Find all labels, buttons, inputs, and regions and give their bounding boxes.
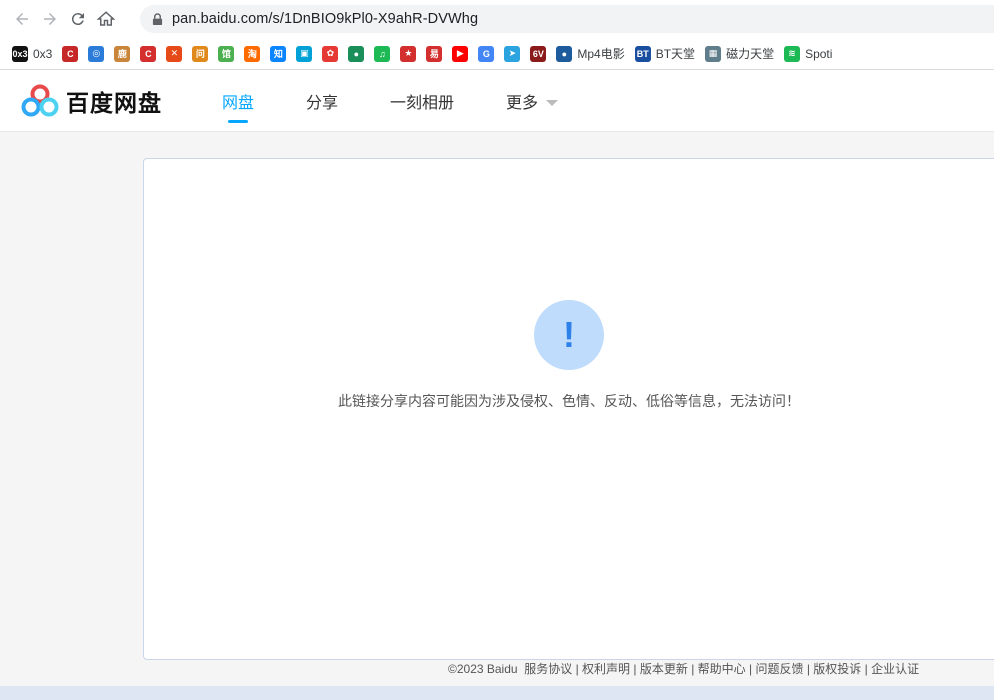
bilibili-icon: ▣ (296, 45, 313, 62)
bookmark-9[interactable]: 知 (270, 42, 287, 66)
spotify-icon: ≋ (784, 45, 801, 62)
bookmark-label: 磁力天堂 (726, 47, 775, 61)
url-text: pan.baidu.com/s/1DnBIO9kPl0-X9ahR-DVWhg (172, 11, 479, 27)
footer-link-updates[interactable]: 版本更新 (640, 662, 688, 676)
error-message: 此链接分享内容可能因为涉及侵权、色情、反动、低俗等信息，无法访问！ (338, 393, 800, 409)
bookmark-16[interactable]: ▶ (452, 42, 469, 66)
bt-icon: BT (634, 45, 651, 62)
taskbar (0, 686, 994, 700)
footer-link-rights[interactable]: 权利声明 (582, 662, 630, 676)
guan-icon: 馆 (218, 45, 235, 62)
site-header: 百度网盘 网盘 分享 一刻相册 更多 (0, 70, 994, 132)
exclamation-icon: ! (534, 300, 604, 370)
footer-link-help[interactable]: 帮助中心 (698, 662, 746, 676)
bookmark-1[interactable]: C (62, 42, 79, 66)
bookmark-22[interactable]: ▦ 磁力天堂 (705, 42, 774, 66)
reload-button[interactable] (64, 5, 92, 33)
bookmark-13[interactable]: ♫ (374, 42, 391, 66)
bookmark-19[interactable]: 6V (530, 42, 547, 66)
logo-text: 百度网盘 (66, 90, 162, 116)
footer-link-copyright-complaint[interactable]: 版权投诉 (813, 662, 861, 676)
footer: ©2023 Baidu 服务协议 | 权利声明 | 版本更新 | 帮助中心 | … (448, 662, 920, 676)
bookmark-5[interactable]: ✕ (166, 42, 183, 66)
address-bar[interactable]: pan.baidu.com/s/1DnBIO9kPl0-X9ahR-DVWhg (140, 5, 994, 33)
bookmark-0[interactable]: 0x3 0x3 (12, 42, 52, 66)
emblem-icon: ★ (400, 45, 417, 62)
bookmark-14[interactable]: ★ (400, 42, 417, 66)
bookmark-label: Mp4电影 (577, 47, 625, 61)
huawei-icon: ✿ (322, 45, 339, 62)
bookmark-label: Spoti (805, 46, 833, 61)
chat-icon: ● (348, 45, 365, 62)
copyright: ©2023 Baidu (448, 662, 518, 676)
bookmark-2[interactable]: ◎ (88, 42, 105, 66)
arrow-right-icon (44, 13, 56, 25)
bookmark-7[interactable]: 馆 (218, 42, 235, 66)
bookmark-3[interactable]: 鹿 (114, 42, 131, 66)
lock-icon (150, 12, 164, 26)
bookmark-21[interactable]: BT BT天堂 (634, 42, 696, 66)
home-icon (97, 11, 115, 26)
deer-icon: 鹿 (114, 45, 131, 62)
home-button[interactable] (92, 5, 120, 33)
c-red-icon: C (140, 45, 157, 62)
bookmark-label: 0x3 (33, 46, 53, 61)
browser-toolbar: pan.baidu.com/s/1DnBIO9kPl0-X9ahR-DVWhg (0, 0, 994, 38)
bookmark-23[interactable]: ≋ Spoti (784, 42, 832, 66)
bookmark-6[interactable]: 问 (192, 42, 209, 66)
c-logo-icon: C (62, 45, 79, 62)
bookmark-11[interactable]: ✿ (322, 42, 339, 66)
taobao-icon: 淘 (244, 45, 261, 62)
bookmark-10[interactable]: ▣ (296, 42, 313, 66)
mp4-icon: ● (556, 45, 573, 62)
forward-button[interactable] (36, 5, 64, 33)
main-nav: 网盘 分享 一刻相册 更多 (222, 70, 610, 132)
bookmark-4[interactable]: C (140, 42, 157, 66)
reload-icon (71, 13, 84, 26)
footer-link-enterprise[interactable]: 企业认证 (871, 662, 919, 676)
back-button[interactable] (8, 5, 36, 33)
6v-icon: 6V (530, 45, 547, 62)
wen-icon: 问 (192, 45, 209, 62)
bookmark-20[interactable]: ● Mp4电影 (556, 42, 625, 66)
cross-icon: ✕ (166, 45, 183, 62)
arrow-left-icon (16, 13, 28, 25)
bookmark-18[interactable]: ➤ (504, 42, 521, 66)
telegram-icon: ➤ (504, 45, 521, 62)
0x3-icon: 0x3 (12, 45, 28, 62)
baidu-pan-logo[interactable]: 百度网盘 (20, 84, 162, 118)
zhihu-icon: 知 (270, 45, 287, 62)
bookmarks-bar: 0x3 0x3 C ◎ 鹿 C ✕ 问馆淘知 ▣ ✿ ● ♫ ★ 易 ▶ G ➤ 6V ● Mp4电影 BT BT天堂 ▦ 磁… (0, 38, 994, 70)
bookmark-12[interactable]: ● (348, 42, 365, 66)
bookmark-15[interactable]: 易 (426, 42, 443, 66)
content-panel: ! 此链接分享内容可能因为涉及侵权、色情、反动、低俗等信息，无法访问！ (143, 158, 994, 660)
chevron-down-icon (546, 99, 559, 106)
baidu-pan-logo-icon (21, 84, 59, 117)
magnet-icon: ▦ (705, 45, 722, 62)
footer-link-terms[interactable]: 服务协议 (524, 662, 572, 676)
bookmark-8[interactable]: 淘 (244, 42, 261, 66)
nav-wangpan[interactable]: 网盘 (222, 70, 254, 132)
nav-share[interactable]: 分享 (306, 70, 338, 132)
yi-icon: 易 (426, 45, 443, 62)
bookmark-17[interactable]: G (478, 42, 495, 66)
youtube-icon: ▶ (452, 45, 469, 62)
nav-more[interactable]: 更多 (506, 70, 559, 132)
footer-link-feedback[interactable]: 问题反馈 (755, 662, 803, 676)
music-icon: ♫ (374, 45, 391, 62)
google-icon: G (478, 45, 495, 62)
globe-icon: ◎ (88, 45, 105, 62)
nav-album[interactable]: 一刻相册 (390, 70, 454, 132)
bookmark-label: BT天堂 (655, 47, 696, 61)
